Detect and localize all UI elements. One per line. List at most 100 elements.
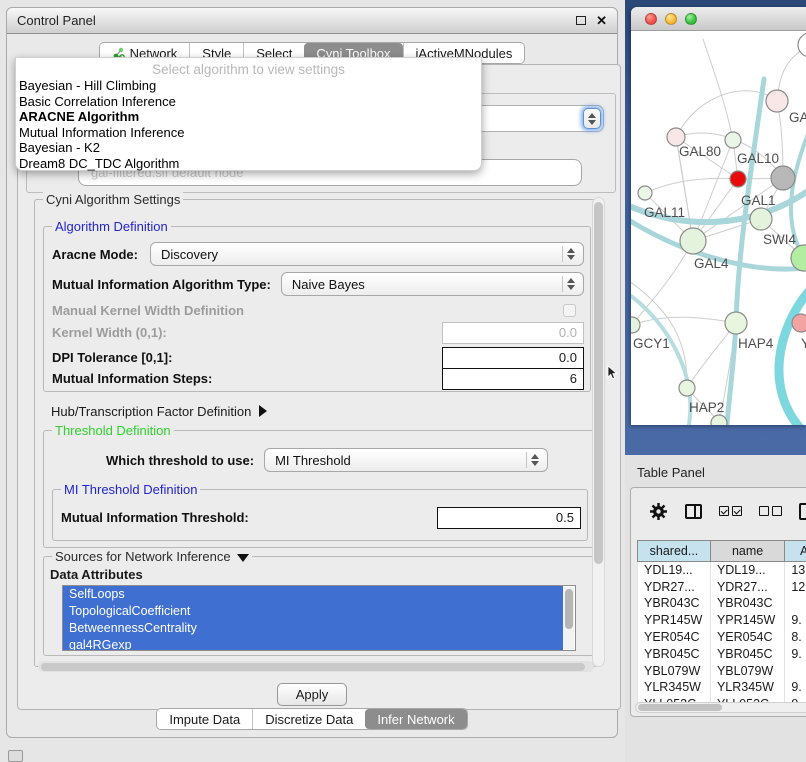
table-row[interactable]: YDL19...YDL19...13 (638, 562, 806, 579)
table-cell[interactable]: 9. (785, 645, 806, 662)
dock-panel-chip[interactable] (8, 750, 23, 762)
table-cell[interactable]: YBR043C (710, 595, 784, 612)
table-cell[interactable]: 12 (785, 578, 806, 595)
float-window-icon[interactable] (576, 16, 586, 25)
table-cell[interactable]: YDR27... (710, 578, 784, 595)
manual-kernel-checkbox[interactable] (563, 304, 576, 317)
table-row[interactable]: YER054CYER054C8. (638, 629, 806, 646)
network-edge[interactable] (632, 317, 736, 325)
network-edge[interactable] (631, 281, 687, 388)
table-cell[interactable]: YBL079W (638, 662, 711, 679)
mi-steps-field[interactable]: 6 (442, 368, 584, 390)
network-edge[interactable] (687, 323, 736, 388)
network-node[interactable] (771, 166, 795, 190)
table-cell[interactable]: 9. (785, 612, 806, 629)
settings-vertical-scrollbar[interactable] (592, 197, 605, 667)
network-node[interactable] (631, 317, 640, 333)
mi-threshold-field[interactable]: 0.5 (437, 507, 581, 529)
popup-item-mutual-information-inference[interactable]: Mutual Information Inference (16, 125, 481, 141)
column-header-name[interactable]: name (710, 541, 784, 562)
attributes-scrollbar[interactable] (563, 587, 574, 649)
table-cell[interactable]: YER054C (710, 629, 784, 646)
popup-item-basic-correlation-inference[interactable]: Basic Correlation Inference (16, 94, 481, 110)
network-edge-highlighted[interactable] (779, 291, 806, 425)
table-cell[interactable]: YBL079W (710, 662, 784, 679)
network-node[interactable] (766, 90, 788, 112)
network-node[interactable] (750, 208, 772, 230)
collapse-down-icon[interactable] (237, 554, 249, 562)
network-edge-highlighted[interactable] (727, 79, 764, 425)
column-header-shared[interactable]: shared... (638, 541, 711, 562)
show-columns-icon[interactable] (685, 504, 702, 519)
zoom-traffic-light-icon[interactable] (685, 13, 697, 25)
network-canvas[interactable]: GALGAL80GAL10GAL1GAL11SWI4GAL4GCY1HAP4YH… (631, 31, 806, 425)
table-row[interactable]: YBR043CYBR043C (638, 595, 806, 612)
table-cell[interactable]: YBR043C (638, 595, 711, 612)
popup-item-dream8-dc-tdc-algorithm[interactable]: Dream8 DC_TDC Algorithm (16, 156, 481, 172)
close-traffic-light-icon[interactable] (645, 13, 657, 25)
network-view-window[interactable]: GALGAL80GAL10GAL1GAL11SWI4GAL4GCY1HAP4YH… (631, 7, 806, 425)
network-node[interactable] (792, 314, 806, 332)
table-cell[interactable]: YPR145W (710, 612, 784, 629)
expand-right-icon[interactable] (259, 405, 267, 417)
settings-horizontal-scrollbar[interactable] (38, 661, 594, 672)
popup-item-aracne-algorithm[interactable]: ARACNE Algorithm (16, 109, 481, 125)
select-all-columns-icon[interactable] (719, 506, 742, 516)
table-cell[interactable] (785, 662, 806, 679)
function-builder-icon[interactable] (799, 503, 806, 520)
table-cell[interactable]: YDR27... (638, 578, 711, 595)
network-node[interactable] (711, 415, 727, 425)
unselect-all-columns-icon[interactable] (759, 506, 782, 516)
attribute-item-selfloops[interactable]: SelfLoops (63, 586, 563, 603)
table-cell[interactable]: YBR045C (638, 645, 711, 662)
table-cell[interactable]: YLR345W (638, 679, 711, 696)
combo-stepper-focused[interactable] (583, 108, 601, 129)
table-row[interactable]: YBR045CYBR045C9. (638, 645, 806, 662)
table-cell[interactable]: YER054C (638, 629, 711, 646)
table-cell[interactable]: 13 (785, 562, 806, 579)
table-cell[interactable]: 8. (785, 629, 806, 646)
table-cell[interactable]: YDL19... (638, 562, 711, 579)
tab-infer-network[interactable]: Infer Network (365, 709, 466, 729)
attribute-item-gal4rgexp[interactable]: gal4RGexp (63, 637, 563, 651)
tab-discretize-data[interactable]: Discretize Data (252, 709, 365, 729)
network-edge[interactable] (632, 241, 693, 325)
table-cell[interactable]: YDL19... (710, 562, 784, 579)
popup-item-bayesian-hill-climbing[interactable]: Bayesian - Hill Climbing (16, 78, 481, 94)
dpi-tolerance-field[interactable]: 0.0 (442, 347, 584, 369)
network-edge[interactable] (645, 178, 738, 193)
network-node[interactable] (638, 186, 652, 200)
network-node[interactable] (680, 228, 706, 254)
network-window-titlebar[interactable] (631, 7, 806, 31)
table-row[interactable]: YBL079WYBL079W (638, 662, 806, 679)
hub-definition-row[interactable]: Hub/Transcription Factor Definition (51, 402, 267, 420)
mi-type-combo[interactable]: Naive Bayes (281, 272, 584, 296)
gear-icon[interactable] (649, 502, 668, 521)
apply-button[interactable]: Apply (277, 683, 347, 706)
network-node[interactable] (679, 380, 695, 396)
node-table[interactable]: shared...nameA YDL19...YDL19...13YDR27..… (637, 540, 806, 713)
network-node[interactable] (725, 312, 747, 334)
aracne-mode-combo[interactable]: Discovery (150, 242, 584, 266)
table-cell[interactable]: YPR145W (638, 612, 711, 629)
which-threshold-combo[interactable]: MI Threshold (264, 448, 548, 472)
table-row[interactable]: YPR145WYPR145W9. (638, 612, 806, 629)
table-horizontal-scrollbar[interactable] (635, 702, 806, 713)
network-edge[interactable] (703, 39, 733, 140)
data-attributes-list[interactable]: SelfLoopsTopologicalCoefficientBetweenne… (62, 585, 576, 651)
table-cell[interactable]: YBR045C (710, 645, 784, 662)
minimize-traffic-light-icon[interactable] (665, 13, 677, 25)
table-cell[interactable]: 9. (785, 679, 806, 696)
network-edge-highlighted[interactable] (631, 293, 690, 425)
table-row[interactable]: YDR27...YDR27...12 (638, 578, 806, 595)
table-cell[interactable]: YLR345W (710, 679, 784, 696)
network-node[interactable] (725, 132, 741, 148)
popup-item-bayesian-k2[interactable]: Bayesian - K2 (16, 140, 481, 156)
kernel-width-field[interactable]: 0.0 (442, 322, 584, 344)
close-icon[interactable]: ✕ (596, 14, 607, 27)
attribute-item-betweennesscentrality[interactable]: BetweennessCentrality (63, 620, 563, 637)
attribute-item-topologicalcoefficient[interactable]: TopologicalCoefficient (63, 603, 563, 620)
network-node[interactable] (798, 33, 806, 57)
column-header-a[interactable]: A (785, 541, 806, 562)
network-node[interactable] (730, 171, 746, 187)
